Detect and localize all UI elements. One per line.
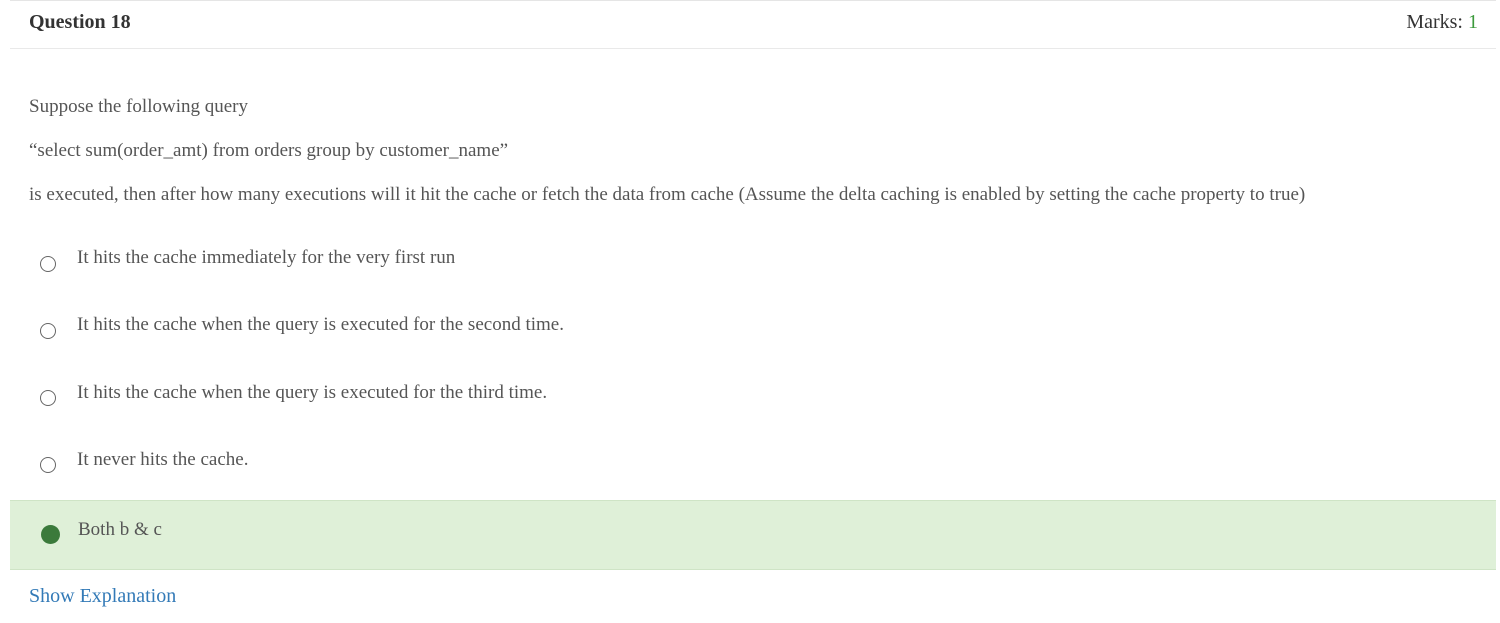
answer-option-c[interactable]: It hits the cache when the query is exec…: [10, 364, 1496, 432]
answer-option-label: Both b & c: [78, 519, 162, 540]
question-panel: Question 18 Marks: 1 Suppose the followi…: [10, 0, 1496, 623]
question-header: Question 18 Marks: 1: [10, 0, 1496, 49]
answer-option-label: It hits the cache when the query is exec…: [77, 382, 548, 403]
question-stem-line-2: “select sum(order_amt) from orders group…: [29, 140, 509, 161]
question-title: Question 18: [29, 11, 131, 33]
answer-option-b[interactable]: It hits the cache when the query is exec…: [10, 296, 1496, 364]
answer-option-d[interactable]: It never hits the cache.: [10, 431, 1496, 499]
answer-option-label: It never hits the cache.: [77, 449, 249, 470]
marks-label: Marks:: [1406, 11, 1463, 33]
radio-unchecked-icon[interactable]: [40, 390, 56, 406]
answer-option-a[interactable]: It hits the cache immediately for the ve…: [10, 229, 1496, 297]
question-stem-line-1: Suppose the following query: [29, 96, 249, 117]
radio-unchecked-icon[interactable]: [40, 457, 56, 473]
marks-value: 1: [1468, 11, 1478, 33]
answer-option-e-selected[interactable]: Both b & c: [10, 500, 1496, 570]
marks-indicator: Marks: 1: [1406, 11, 1478, 34]
answer-option-label: It hits the cache immediately for the ve…: [77, 247, 456, 268]
radio-checked-icon[interactable]: [41, 525, 60, 544]
show-explanation-link[interactable]: Show Explanation: [29, 585, 176, 608]
answer-option-label: It hits the cache when the query is exec…: [77, 314, 564, 335]
question-stem-line-3: is executed, then after how many executi…: [29, 184, 1306, 205]
radio-unchecked-icon[interactable]: [40, 256, 56, 272]
radio-unchecked-icon[interactable]: [40, 323, 56, 339]
